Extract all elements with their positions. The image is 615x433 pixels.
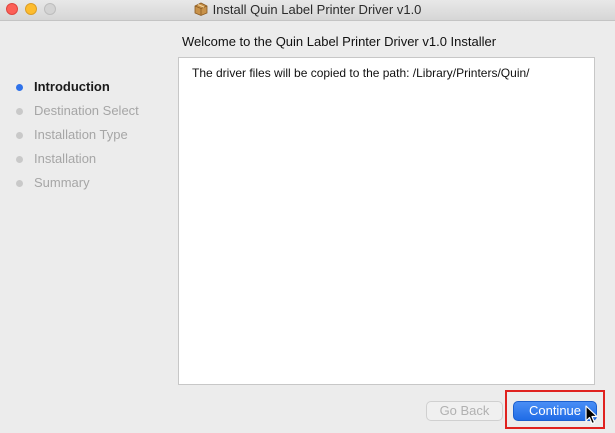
installer-window: Install Quin Label Printer Driver v1.0 W… [0,0,615,433]
step-destination-select: Destination Select [16,103,139,127]
package-icon [194,2,207,16]
title-bar[interactable]: Install Quin Label Printer Driver v1.0 [0,0,615,21]
page-heading: Welcome to the Quin Label Printer Driver… [182,34,497,49]
step-label: Destination Select [34,103,139,118]
mouse-pointer-icon [585,405,598,425]
step-installation-type: Installation Type [16,127,139,151]
step-installation: Installation [16,151,139,175]
pending-step-dot-icon [16,156,23,163]
step-introduction: Introduction [16,79,139,103]
step-label: Installation Type [34,127,128,142]
pending-step-dot-icon [16,132,23,139]
pending-step-dot-icon [16,108,23,115]
current-step-dot-icon [16,84,23,91]
window-title: Install Quin Label Printer Driver v1.0 [212,2,422,17]
window-title-container: Install Quin Label Printer Driver v1.0 [0,2,615,17]
pending-step-dot-icon [16,180,23,187]
step-label: Introduction [34,79,110,94]
introduction-content-pane[interactable]: The driver files will be copied to the p… [178,57,595,385]
step-label: Installation [34,151,97,166]
step-summary: Summary [16,175,139,199]
installer-steps: Introduction Destination Select Installa… [16,79,139,199]
go-back-button[interactable]: Go Back [426,401,503,421]
step-label: Summary [34,175,90,190]
introduction-text: The driver files will be copied to the p… [192,66,530,80]
